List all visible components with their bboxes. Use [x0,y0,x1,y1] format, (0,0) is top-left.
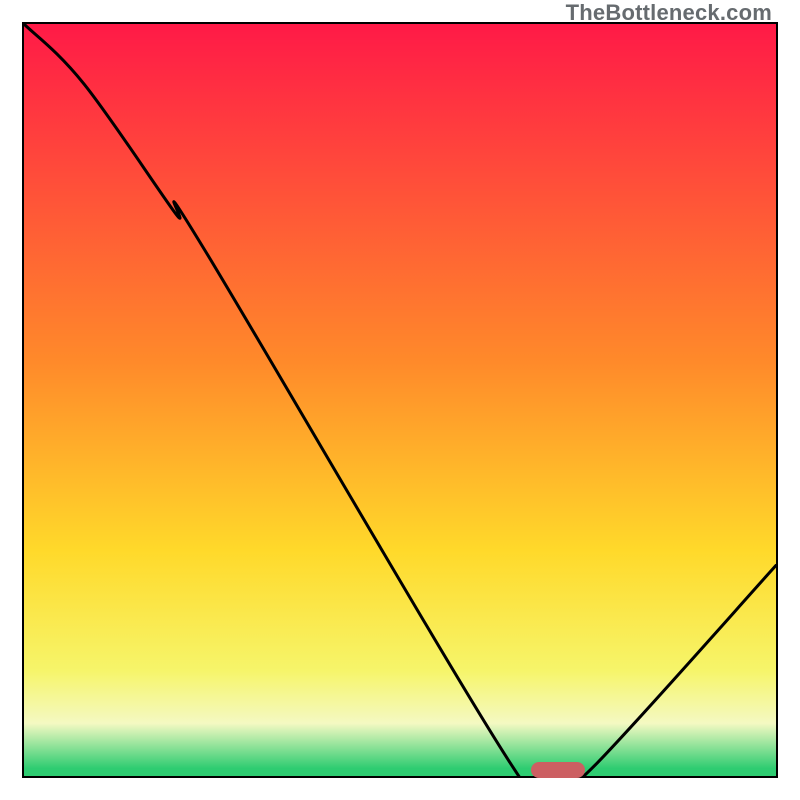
chart-plot-area [22,22,778,778]
bottleneck-curve [24,24,776,776]
optimal-marker [531,762,585,778]
